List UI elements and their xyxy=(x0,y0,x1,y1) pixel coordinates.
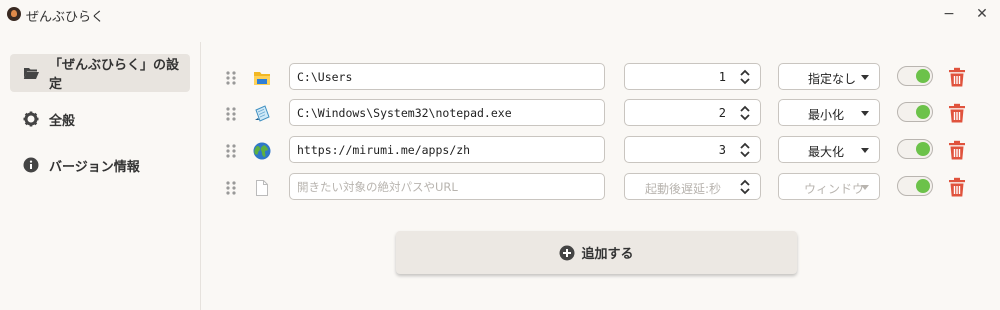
plus-circle-icon xyxy=(559,245,575,261)
path-input[interactable] xyxy=(289,136,605,163)
toggle-knob xyxy=(916,142,930,156)
close-button[interactable]: ✕ xyxy=(970,4,994,24)
window-state-label: 最大化 xyxy=(808,145,845,159)
window-state-select[interactable]: 最小化 xyxy=(778,99,880,126)
app-logo-icon xyxy=(7,7,21,21)
sidebar-item-label: 「ぜんぶひらく」の設定 xyxy=(49,58,180,92)
title-bar: ぜんぶひらく − ✕ xyxy=(0,0,1000,30)
path-input[interactable] xyxy=(289,63,605,90)
new-list-item: 起動後遅延:秒 ウィンドウ xyxy=(220,173,980,203)
drag-handle-icon[interactable] xyxy=(225,180,237,196)
enable-toggle[interactable] xyxy=(897,102,933,122)
notepad-icon xyxy=(253,105,271,123)
app-title: ぜんぶひらく xyxy=(26,10,105,25)
sidebar-item-general[interactable]: 全般 xyxy=(10,100,190,138)
drag-handle-icon[interactable] xyxy=(225,70,237,86)
toggle-knob xyxy=(916,69,930,83)
list-item: 2 最小化 xyxy=(220,99,980,129)
path-input[interactable] xyxy=(289,173,605,200)
sidebar-item-version[interactable]: バージョン情報 xyxy=(10,146,190,184)
window-state-select[interactable]: 指定なし xyxy=(778,63,880,90)
gear-icon xyxy=(23,111,39,127)
add-button[interactable]: 追加する xyxy=(396,231,797,274)
delay-value: 2 xyxy=(718,106,726,120)
folder-open-icon xyxy=(23,65,39,81)
sidebar-item-label: バージョン情報 xyxy=(49,159,140,175)
delay-value: 1 xyxy=(718,70,726,84)
sidebar-item-settings[interactable]: 「ぜんぶひらく」の設定 xyxy=(10,54,190,92)
delay-value: 3 xyxy=(718,143,726,157)
toggle-knob xyxy=(916,179,930,193)
enable-toggle[interactable] xyxy=(897,66,933,86)
chevron-down-icon xyxy=(861,185,869,190)
folder-icon xyxy=(253,69,271,87)
path-input[interactable] xyxy=(289,99,605,126)
delay-stepper[interactable]: 1 xyxy=(624,63,761,90)
blank-file-icon xyxy=(253,179,271,197)
sidebar: 「ぜんぶひらく」の設定 全般 バージョン情報 xyxy=(0,42,201,310)
delay-stepper[interactable]: 起動後遅延:秒 xyxy=(624,173,761,200)
list-item: 1 指定なし xyxy=(220,63,980,93)
info-icon xyxy=(23,157,39,173)
delay-stepper[interactable]: 3 xyxy=(624,136,761,163)
chevron-down-icon xyxy=(861,111,869,116)
trash-icon[interactable] xyxy=(948,177,966,197)
chevron-down-icon xyxy=(861,148,869,153)
stepper-arrows-icon[interactable] xyxy=(740,179,750,195)
delay-placeholder: 起動後遅延:秒 xyxy=(645,182,722,196)
window-state-select[interactable]: 最大化 xyxy=(778,136,880,163)
drag-handle-icon[interactable] xyxy=(225,143,237,159)
add-button-label: 追加する xyxy=(581,247,634,262)
globe-icon xyxy=(253,142,271,160)
stepper-arrows-icon[interactable] xyxy=(740,69,750,85)
enable-toggle[interactable] xyxy=(897,139,933,159)
trash-icon[interactable] xyxy=(948,103,966,123)
window-state-select[interactable]: ウィンドウ xyxy=(778,173,880,200)
drag-handle-icon[interactable] xyxy=(225,106,237,122)
chevron-down-icon xyxy=(861,75,869,80)
window-state-label: 指定なし xyxy=(808,72,857,86)
stepper-arrows-icon[interactable] xyxy=(740,105,750,121)
window-state-label: 最小化 xyxy=(808,108,845,122)
sidebar-item-label: 全般 xyxy=(49,113,76,129)
list-item: 3 最大化 xyxy=(220,136,980,166)
enable-toggle[interactable] xyxy=(897,176,933,196)
delay-stepper[interactable]: 2 xyxy=(624,99,761,126)
window-state-placeholder: ウィンドウ xyxy=(804,182,865,196)
toggle-knob xyxy=(916,105,930,119)
minimize-button[interactable]: − xyxy=(937,4,961,24)
stepper-arrows-icon[interactable] xyxy=(740,142,750,158)
trash-icon[interactable] xyxy=(948,140,966,160)
trash-icon[interactable] xyxy=(948,67,966,87)
